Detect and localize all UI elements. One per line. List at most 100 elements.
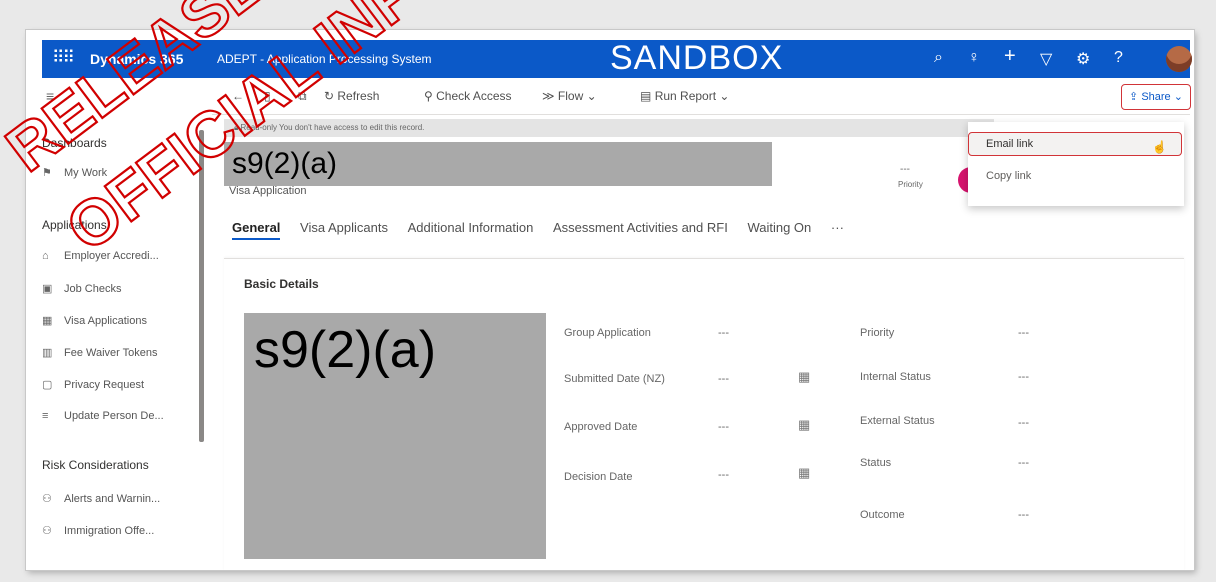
submitted-date-label: Submitted Date (NZ) [564, 373, 665, 385]
sidebar-item-employer-accreditation[interactable]: ⌂ Employer Accredi... [42, 250, 159, 262]
sidebar-item-label: Alerts and Warnin... [64, 493, 161, 505]
sidebar-scrollbar[interactable] [199, 130, 204, 442]
lock-icon: 🔒︎ [234, 123, 239, 132]
share-label: Share [1141, 91, 1171, 103]
open-new-window-icon[interactable]: ⧉ [298, 89, 307, 104]
check-access-button[interactable]: ⚲ Check Access [424, 89, 512, 103]
plus-icon[interactable]: + [1004, 45, 1016, 68]
entity-name: Visa Application [229, 185, 307, 197]
sidebar-item-job-checks[interactable]: ▣ Job Checks [42, 282, 121, 295]
calendar-icon[interactable]: ▦ [798, 465, 810, 481]
decision-date-label: Decision Date [564, 471, 633, 483]
decision-date-value[interactable]: --- [718, 469, 729, 481]
priority-value[interactable]: --- [1018, 327, 1029, 339]
brand-name[interactable]: Dynamics 365 [90, 51, 183, 67]
outcome-label: Outcome [860, 509, 905, 521]
tab-waiting-on[interactable]: Waiting On [747, 220, 811, 235]
read-only-notice: 🔒︎ Read-only You don't have access to ed… [224, 119, 994, 137]
outcome-value[interactable]: --- [1018, 509, 1029, 521]
basic-details-section: Basic Details s9(2)(a) Group Application… [224, 258, 1184, 570]
email-link-menu-item[interactable]: Email link [986, 138, 1033, 150]
more-tabs-icon[interactable]: ··· [831, 220, 844, 235]
redacted-field-block: s9(2)(a) [244, 313, 546, 559]
form-tabs: General Visa Applicants Additional Infor… [232, 220, 860, 240]
submitted-date-value[interactable]: --- [718, 373, 729, 385]
share-button[interactable]: ⇪ Share ⌄ [1121, 84, 1191, 110]
settings-gear-icon[interactable]: ⚙ [1076, 49, 1090, 69]
briefcase-icon: ▣ [42, 283, 53, 295]
sidebar: Dashboards ⚑ My Work Applications ⌂ Employ… [42, 114, 212, 570]
flow-button[interactable]: ≫ Flow ⌄ [542, 89, 597, 103]
check-access-icon: ⚲ [424, 89, 433, 103]
link-icon: ⚇ [42, 525, 52, 537]
sidebar-item-update-person-details[interactable]: ≡ Update Person De... [42, 410, 164, 422]
pointer-cursor-icon: ☝ [1152, 140, 1167, 154]
calendar-icon: ▦ [42, 315, 53, 327]
refresh-label: Refresh [337, 89, 380, 103]
sidebar-item-label: Employer Accredi... [64, 250, 159, 262]
sidebar-item-label: Privacy Request [64, 379, 145, 391]
sidebar-section-risk-considerations: Risk Considerations [42, 458, 149, 472]
document-icon: ▢ [42, 379, 53, 391]
tab-visa-applicants[interactable]: Visa Applicants [300, 220, 388, 235]
sidebar-item-label: Job Checks [64, 283, 122, 295]
status-label: Status [860, 457, 892, 469]
sidebar-item-alerts-and-warnings[interactable]: ⚇ Alerts and Warnin... [42, 492, 160, 505]
chevron-down-icon: ⌄ [586, 89, 597, 103]
app-name[interactable]: ADEPT - Application Processing System [217, 52, 432, 66]
group-application-value[interactable]: --- [718, 327, 729, 339]
token-icon: ▥ [42, 347, 53, 359]
refresh-button[interactable]: ↻ Refresh [324, 89, 379, 103]
header-priority-value: --- [900, 164, 910, 175]
run-report-label: Run Report [654, 89, 717, 103]
save-icon[interactable]: ▯ [264, 89, 271, 103]
filter-icon[interactable]: ▽ [1040, 49, 1052, 69]
environment-label: SANDBOX [610, 39, 784, 77]
priority-label: Priority [860, 327, 895, 339]
sidebar-item-immigration-offences[interactable]: ⚇ Immigration Offe... [42, 524, 154, 537]
tab-additional-information[interactable]: Additional Information [408, 220, 534, 235]
calendar-icon[interactable]: ▦ [798, 369, 810, 385]
lightbulb-icon[interactable]: ♀ [968, 49, 980, 67]
search-icon[interactable]: ⌕ [934, 49, 943, 67]
check-access-label: Check Access [436, 89, 512, 103]
header-priority-label: Priority [898, 180, 923, 189]
redacted-record-title: s9(2)(a) [224, 142, 772, 186]
link-icon: ⚇ [42, 493, 52, 505]
hamburger-menu-icon[interactable]: ≡ [46, 88, 54, 104]
command-bar: ≡ ← ▯ ⧉ ↻ Refresh ⚲ Check Access ≫ Flow … [42, 80, 1191, 115]
sidebar-section-dashboards: Dashboards [42, 136, 107, 150]
list-icon: ≡ [42, 410, 49, 422]
internal-status-value[interactable]: --- [1018, 371, 1029, 383]
tab-assessment-activities[interactable]: Assessment Activities and RFI [553, 220, 728, 235]
app-launcher-icon[interactable]: ⠿⠿ [52, 48, 75, 68]
run-report-button[interactable]: ▤ Run Report ⌄ [640, 89, 729, 103]
app-window: ⠿⠿ Dynamics 365 ADEPT - Application Proc… [26, 30, 1194, 570]
chevron-down-icon: ⌄ [719, 89, 730, 103]
tab-general[interactable]: General [232, 220, 281, 240]
sidebar-item-label: Immigration Offe... [64, 525, 155, 537]
flow-icon: ≫ [542, 89, 555, 103]
group-application-label: Group Application [564, 327, 651, 339]
internal-status-label: Internal Status [860, 371, 931, 383]
user-avatar[interactable] [1166, 46, 1192, 72]
status-value[interactable]: --- [1018, 457, 1029, 469]
sidebar-item-my-work[interactable]: ⚑ My Work [42, 166, 107, 179]
sidebar-item-label: Fee Waiver Tokens [64, 347, 158, 359]
help-icon[interactable]: ? [1114, 49, 1123, 67]
back-button[interactable]: ← [232, 89, 244, 103]
external-status-value[interactable]: --- [1018, 417, 1029, 429]
share-icon: ⇪ [1129, 91, 1139, 103]
sidebar-item-fee-waiver-tokens[interactable]: ▥ Fee Waiver Tokens [42, 346, 158, 359]
building-icon: ⌂ [42, 250, 49, 262]
sidebar-item-visa-applications[interactable]: ▦ Visa Applications [42, 314, 147, 327]
section-title: Basic Details [244, 277, 319, 291]
sidebar-section-applications: Applications [42, 218, 107, 232]
calendar-icon[interactable]: ▦ [798, 417, 810, 433]
sidebar-item-privacy-request[interactable]: ▢ Privacy Request [42, 378, 144, 391]
sidebar-item-label: Visa Applications [64, 315, 147, 327]
top-navigation-bar: ⠿⠿ Dynamics 365 ADEPT - Application Proc… [42, 39, 1192, 78]
approved-date-value[interactable]: --- [718, 421, 729, 433]
copy-link-menu-item[interactable]: Copy link [986, 170, 1031, 182]
sidebar-item-label: My Work [64, 167, 108, 179]
